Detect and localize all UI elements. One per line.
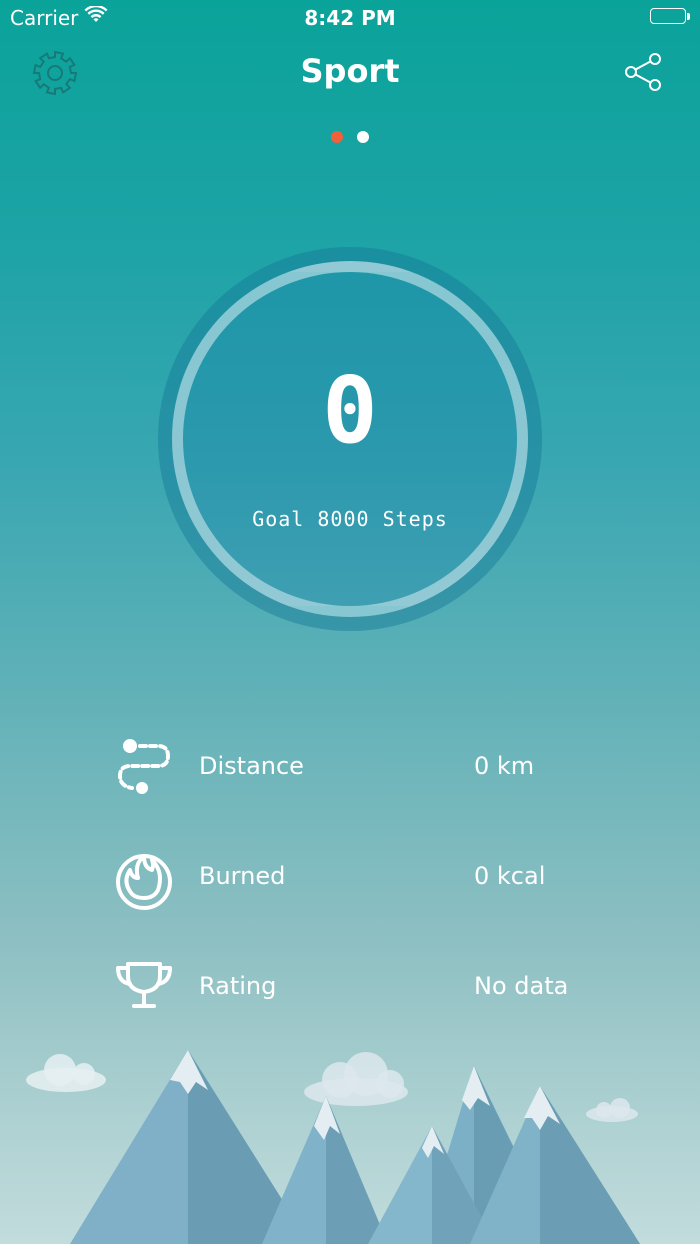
stat-value: 0 km (474, 752, 535, 780)
stat-label: Rating (199, 972, 277, 1000)
steps-ring: 0 Goal 8000 Steps (158, 247, 542, 631)
stat-row-distance: Distance 0 km (0, 710, 700, 820)
stat-label: Distance (199, 752, 304, 780)
route-icon (117, 739, 171, 794)
page-title: Sport (300, 52, 400, 90)
cloud-icon (586, 1098, 638, 1122)
cloud-icon (304, 1052, 408, 1106)
page-dot-1[interactable] (331, 131, 343, 143)
share-button[interactable] (624, 52, 664, 92)
stat-row-rating: Rating No data (0, 930, 700, 1040)
mountain-scenery (26, 1050, 640, 1244)
stat-value: 0 kcal (474, 862, 546, 890)
cloud-icon (26, 1054, 106, 1092)
trophy-icon (116, 962, 172, 1008)
share-icon (625, 53, 661, 91)
stat-row-burned: Burned 0 kcal (0, 820, 700, 930)
stat-label: Burned (199, 862, 286, 890)
flame-icon (116, 854, 172, 910)
battery-icon (650, 8, 690, 26)
nav-bar: Sport (0, 40, 700, 100)
stat-value: No data (474, 972, 569, 1000)
clock: 8:42 PM (304, 6, 396, 30)
page-indicator[interactable] (0, 128, 700, 143)
page-dot-2[interactable] (357, 131, 369, 143)
step-goal: Goal 8000 Steps (252, 507, 448, 531)
status-bar: Carrier 8:42 PM (0, 0, 700, 36)
step-count: 0 (322, 357, 378, 464)
